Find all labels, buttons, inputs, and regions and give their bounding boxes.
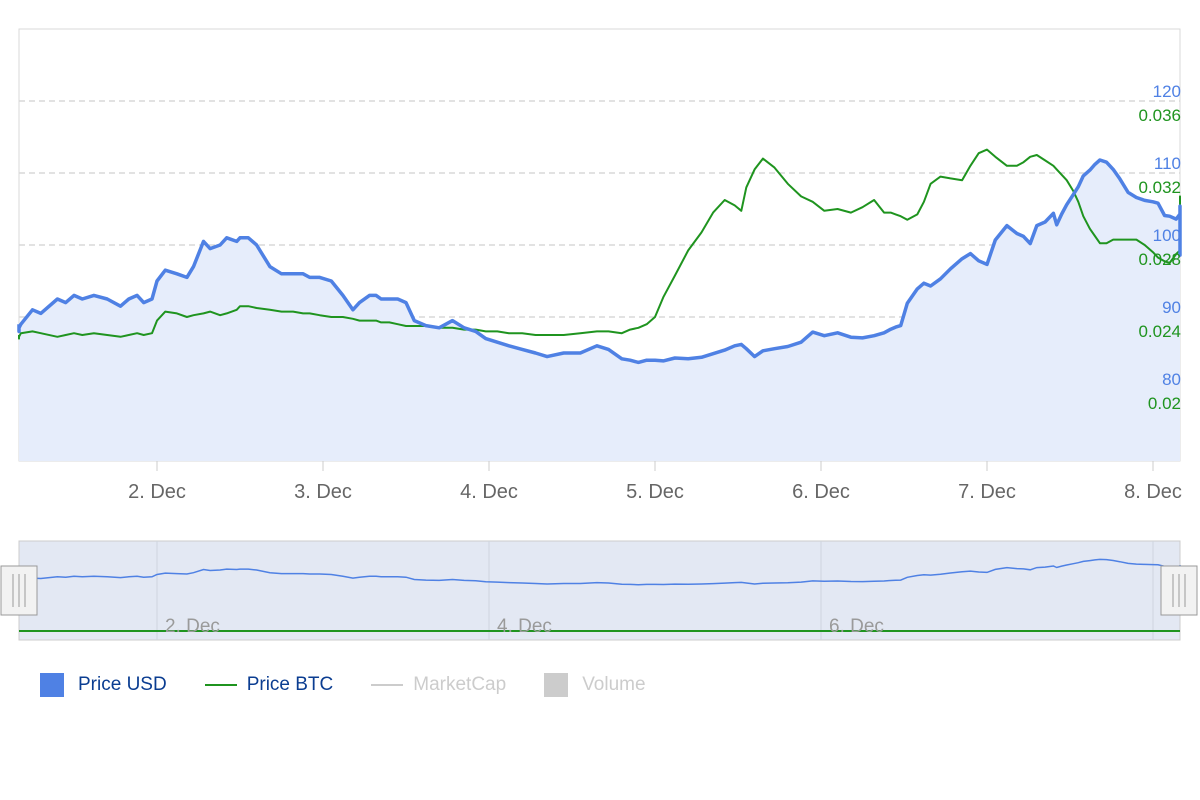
x-tick-label: 8. Dec	[1124, 481, 1182, 503]
x-tick-label: 2. Dec	[128, 481, 186, 503]
legend-usd-swatch	[40, 673, 64, 697]
x-axis: 2. Dec 3. Dec 4. Dec 5. Dec 6. Dec 7. Dec 8. D…	[128, 461, 1182, 503]
price-chart: 80 0.02 90 0.024 100 0.028 110 0.032 120 0.036 2.…	[0, 28, 1198, 641]
y-tick-usd: 120	[1153, 82, 1181, 101]
y-tick-usd: 90	[1162, 298, 1181, 317]
y-tick-usd: 80	[1162, 370, 1181, 389]
legend-label: Price USD	[78, 674, 167, 695]
y-tick-btc: 0.036	[1138, 106, 1181, 125]
legend-label: Price BTC	[246, 674, 334, 695]
x-tick-label: 5. Dec	[626, 481, 684, 503]
legend-label: MarketCap	[413, 674, 507, 695]
navigator-left-handle[interactable]	[0, 565, 38, 616]
navigator[interactable]: 2. Dec 4. Dec 6. Dec	[0, 540, 1198, 641]
legend-btc-swatch	[204, 684, 237, 686]
x-tick-label: 3. Dec	[294, 481, 352, 503]
y-tick-btc: 0.024	[1138, 322, 1181, 341]
legend-item-price-btc[interactable]: Price BTC	[204, 674, 334, 696]
navigator-tick-label: 4. Dec	[497, 616, 552, 637]
x-tick-label: 6. Dec	[792, 481, 850, 503]
legend-item-price-usd[interactable]: Price USD	[40, 673, 167, 697]
y-tick-usd: 100	[1153, 226, 1181, 245]
x-tick-label: 4. Dec	[460, 481, 518, 503]
legend-label: Volume	[582, 674, 646, 695]
legend: Price USD Price BTC MarketCap Volume	[40, 670, 684, 700]
legend-volume-swatch	[544, 673, 569, 697]
navigator-right-handle[interactable]	[1160, 565, 1198, 616]
legend-item-marketcap[interactable]: MarketCap	[371, 674, 506, 696]
navigator-tick-label: 6. Dec	[829, 616, 884, 637]
legend-marketcap-swatch	[371, 684, 404, 686]
navigator-tick-label: 2. Dec	[165, 616, 220, 637]
y-tick-btc: 0.02	[1148, 394, 1181, 413]
y-tick-btc: 0.032	[1138, 178, 1181, 197]
x-tick-label: 7. Dec	[958, 481, 1016, 503]
y-tick-btc: 0.028	[1138, 250, 1181, 269]
legend-item-volume[interactable]: Volume	[544, 673, 646, 697]
y-tick-usd: 110	[1154, 154, 1181, 173]
